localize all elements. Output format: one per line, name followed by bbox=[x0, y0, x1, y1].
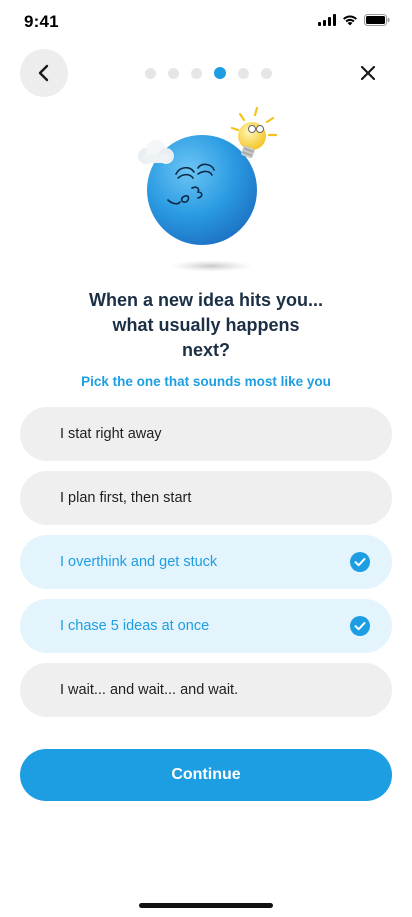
checkmark-icon bbox=[350, 616, 370, 636]
progress-dot bbox=[168, 67, 179, 79]
cellular-signal-icon bbox=[318, 14, 336, 26]
close-icon bbox=[360, 65, 376, 81]
option-item[interactable]: I wait... and wait... and wait. bbox=[20, 663, 392, 717]
mascot-illustration bbox=[138, 106, 278, 272]
status-bar: 9:41 bbox=[0, 0, 412, 44]
status-time: 9:41 bbox=[24, 12, 59, 31]
option-label: I plan first, then start bbox=[60, 490, 192, 506]
battery-icon bbox=[364, 14, 390, 26]
progress-indicator bbox=[145, 67, 272, 79]
progress-dot bbox=[238, 67, 249, 79]
continue-button[interactable]: Continue bbox=[20, 749, 392, 801]
option-label: I wait... and wait... and wait. bbox=[60, 682, 239, 698]
close-button[interactable] bbox=[348, 53, 388, 93]
question-title: When a new idea hits you... what usually… bbox=[40, 288, 372, 363]
option-item[interactable]: I plan first, then start bbox=[20, 471, 392, 525]
progress-dot-active bbox=[214, 67, 226, 79]
option-label: I chase 5 ideas at once bbox=[60, 618, 210, 634]
question-hint: Pick the one that sounds most like you bbox=[81, 374, 331, 389]
option-item[interactable]: I overthink and get stuck bbox=[20, 535, 392, 589]
options-list: I stat right away I plan first, then star… bbox=[20, 407, 392, 727]
question-line: what usually happens bbox=[112, 315, 300, 335]
option-label: I stat right away bbox=[60, 426, 162, 442]
progress-dot bbox=[191, 67, 202, 79]
question-line: When a new idea hits you... bbox=[88, 290, 324, 310]
cloud-icon bbox=[138, 140, 174, 164]
back-button[interactable] bbox=[20, 49, 68, 97]
option-label: I overthink and get stuck bbox=[60, 554, 218, 570]
option-item[interactable]: I stat right away bbox=[20, 407, 392, 461]
status-icons bbox=[318, 14, 390, 26]
question-line: next? bbox=[181, 340, 230, 360]
home-indicator bbox=[139, 903, 273, 908]
progress-dot bbox=[261, 67, 272, 79]
checkmark-icon bbox=[350, 552, 370, 572]
wifi-icon bbox=[343, 15, 357, 26]
progress-dot bbox=[145, 67, 156, 79]
mascot-shadow bbox=[169, 260, 253, 272]
option-item[interactable]: I chase 5 ideas at once bbox=[20, 599, 392, 653]
chevron-left-icon bbox=[38, 64, 49, 82]
